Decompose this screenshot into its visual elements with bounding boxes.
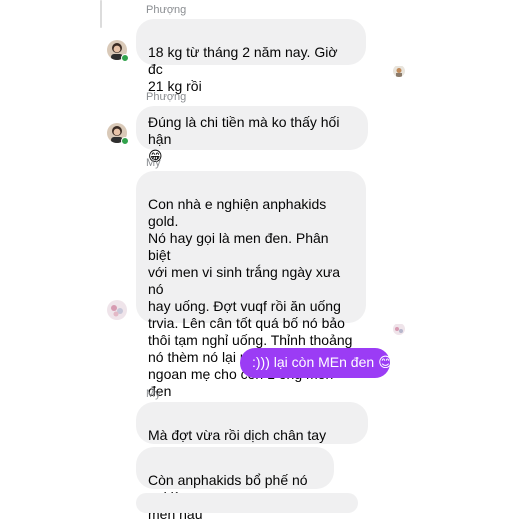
- message-bubble[interactable]: Đúng là chi tiền mà ko thấy hối hận 😁: [136, 106, 368, 165]
- message-text: Đúng là chi tiền mà ko thấy hối hận: [148, 114, 340, 147]
- message-bubble[interactable]: Mà đợt vừa rồi dịch chân tay miệng nên e…: [136, 402, 368, 477]
- message-text: Con nhà e nghiện anphakids gold. Nó hay …: [148, 196, 353, 416]
- sender-name-phuong: Phượng: [146, 91, 187, 103]
- online-status-icon: [121, 54, 129, 62]
- sender-name-my: My: [146, 157, 161, 169]
- sender-name-my: My: [146, 388, 161, 400]
- message-text: 18 kg từ tháng 2 năm nay. Giờ đc 21 kg r…: [148, 44, 338, 94]
- sender-name-phuong: Phượng: [146, 4, 187, 16]
- message-bubble[interactable]: Còn anphakids bổ phế nó gọi là men nâu: [136, 447, 334, 522]
- chat-scrollbar[interactable]: [100, 0, 102, 28]
- seen-avatar-icon: [393, 323, 405, 335]
- smile-emoji-icon: 😊: [378, 355, 393, 371]
- message-bubble[interactable]: 18 kg từ tháng 2 năm nay. Giờ đc 21 kg r…: [136, 19, 366, 94]
- message-text: :))) lại còn MEn đen: [252, 354, 375, 370]
- avatar-my-icon[interactable]: [107, 300, 127, 320]
- message-bubble[interactable]: Con nhà e nghiện anphakids gold. Nó hay …: [136, 171, 366, 416]
- my-message-bubble[interactable]: :))) lại còn MEn đen 😊: [240, 348, 393, 378]
- message-bubble-partial[interactable]: [136, 493, 358, 513]
- online-status-icon: [121, 137, 129, 145]
- seen-avatar-icon: [393, 65, 405, 77]
